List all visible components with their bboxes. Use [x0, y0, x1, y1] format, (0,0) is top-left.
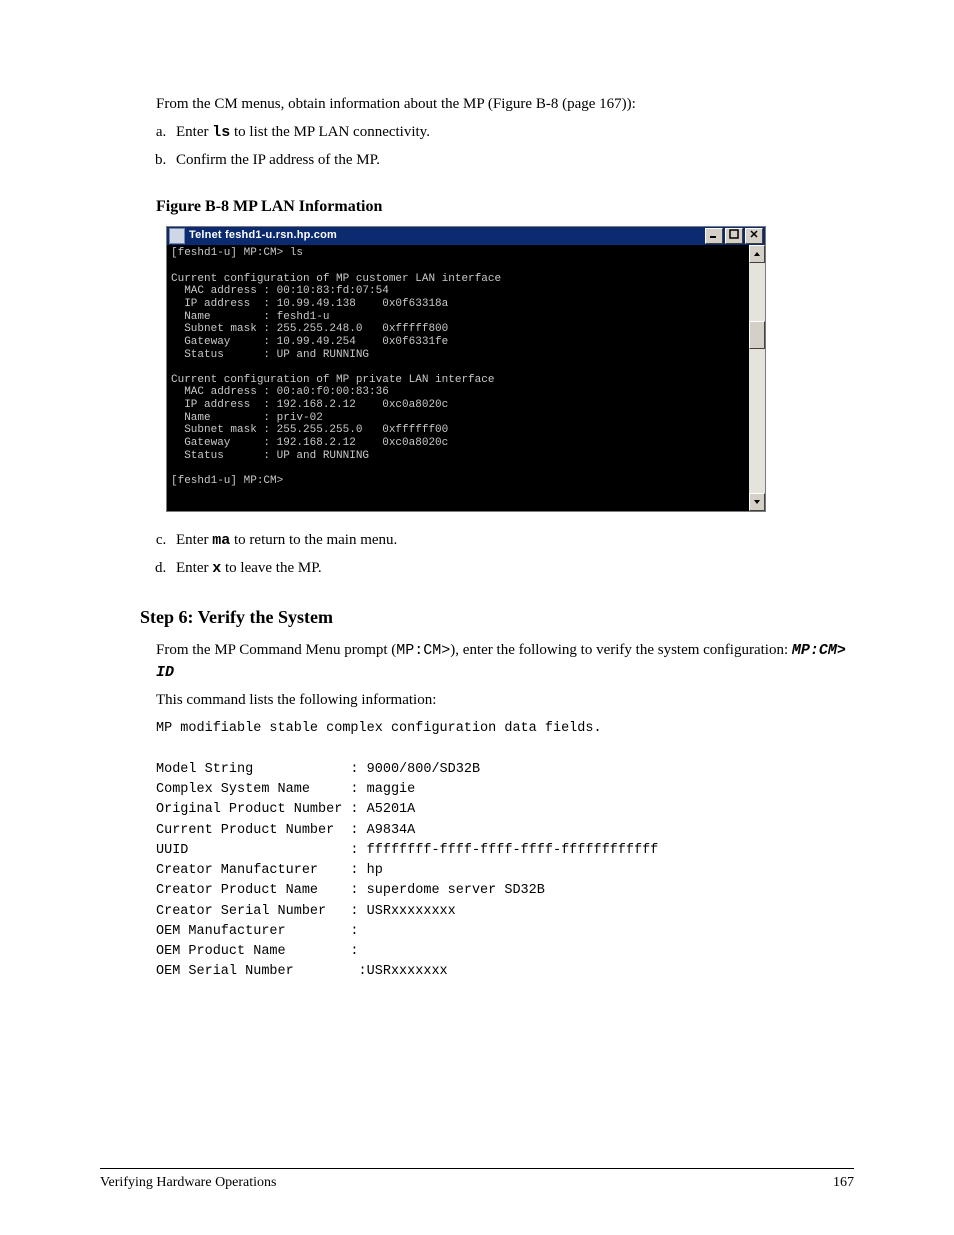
scroll-down-button[interactable] — [749, 493, 765, 511]
page-footer: Verifying Hardware Operations 167 — [100, 1168, 854, 1193]
footer-page-number: 167 — [833, 1173, 854, 1193]
window-titlebar: Telnet feshd1-u.rsn.hp.com — [167, 227, 765, 245]
vertical-scrollbar[interactable] — [749, 245, 765, 511]
window-title: Telnet feshd1-u.rsn.hp.com — [189, 228, 705, 244]
substep-b: Confirm the IP address of the MP. — [170, 150, 854, 172]
step6-p1: From the MP Command Menu prompt (MP:CM>)… — [156, 640, 854, 684]
close-button[interactable] — [745, 228, 763, 244]
substep-d: Enter x to leave the MP. — [170, 558, 854, 580]
cmd-icon — [169, 228, 185, 244]
intro-line: From the CM menus, obtain information ab… — [156, 94, 854, 116]
substep-a: Enter ls to list the MP LAN connectivity… — [170, 122, 854, 144]
substep-list-a: Enter ls to list the MP LAN connectivity… — [100, 122, 854, 172]
step6-p2: This command lists the following informa… — [156, 690, 854, 712]
step6-title: Step 6: Verify the System — [140, 604, 854, 630]
minimize-button[interactable] — [705, 228, 723, 244]
terminal-output: [feshd1-u] MP:CM> ls Current configurati… — [167, 245, 749, 511]
substep-c: Enter ma to return to the main menu. — [170, 530, 854, 552]
scroll-track[interactable] — [749, 263, 765, 493]
scroll-up-button[interactable] — [749, 245, 765, 263]
maximize-button[interactable] — [725, 228, 743, 244]
intro-text: From the CM menus, obtain information ab… — [156, 96, 636, 112]
terminal-wrap: [feshd1-u] MP:CM> ls Current configurati… — [167, 245, 765, 511]
id-command-output: MP modifiable stable complex configurati… — [156, 719, 854, 982]
telnet-window: Telnet feshd1-u.rsn.hp.com [feshd1-u] MP… — [166, 226, 766, 512]
substep-list-b: Enter ma to return to the main menu. Ent… — [100, 530, 854, 580]
footer-left: Verifying Hardware Operations — [100, 1173, 277, 1193]
scroll-thumb[interactable] — [749, 321, 765, 349]
figure-title: Figure B-8 MP LAN Information — [156, 195, 854, 218]
window-buttons — [705, 228, 763, 244]
